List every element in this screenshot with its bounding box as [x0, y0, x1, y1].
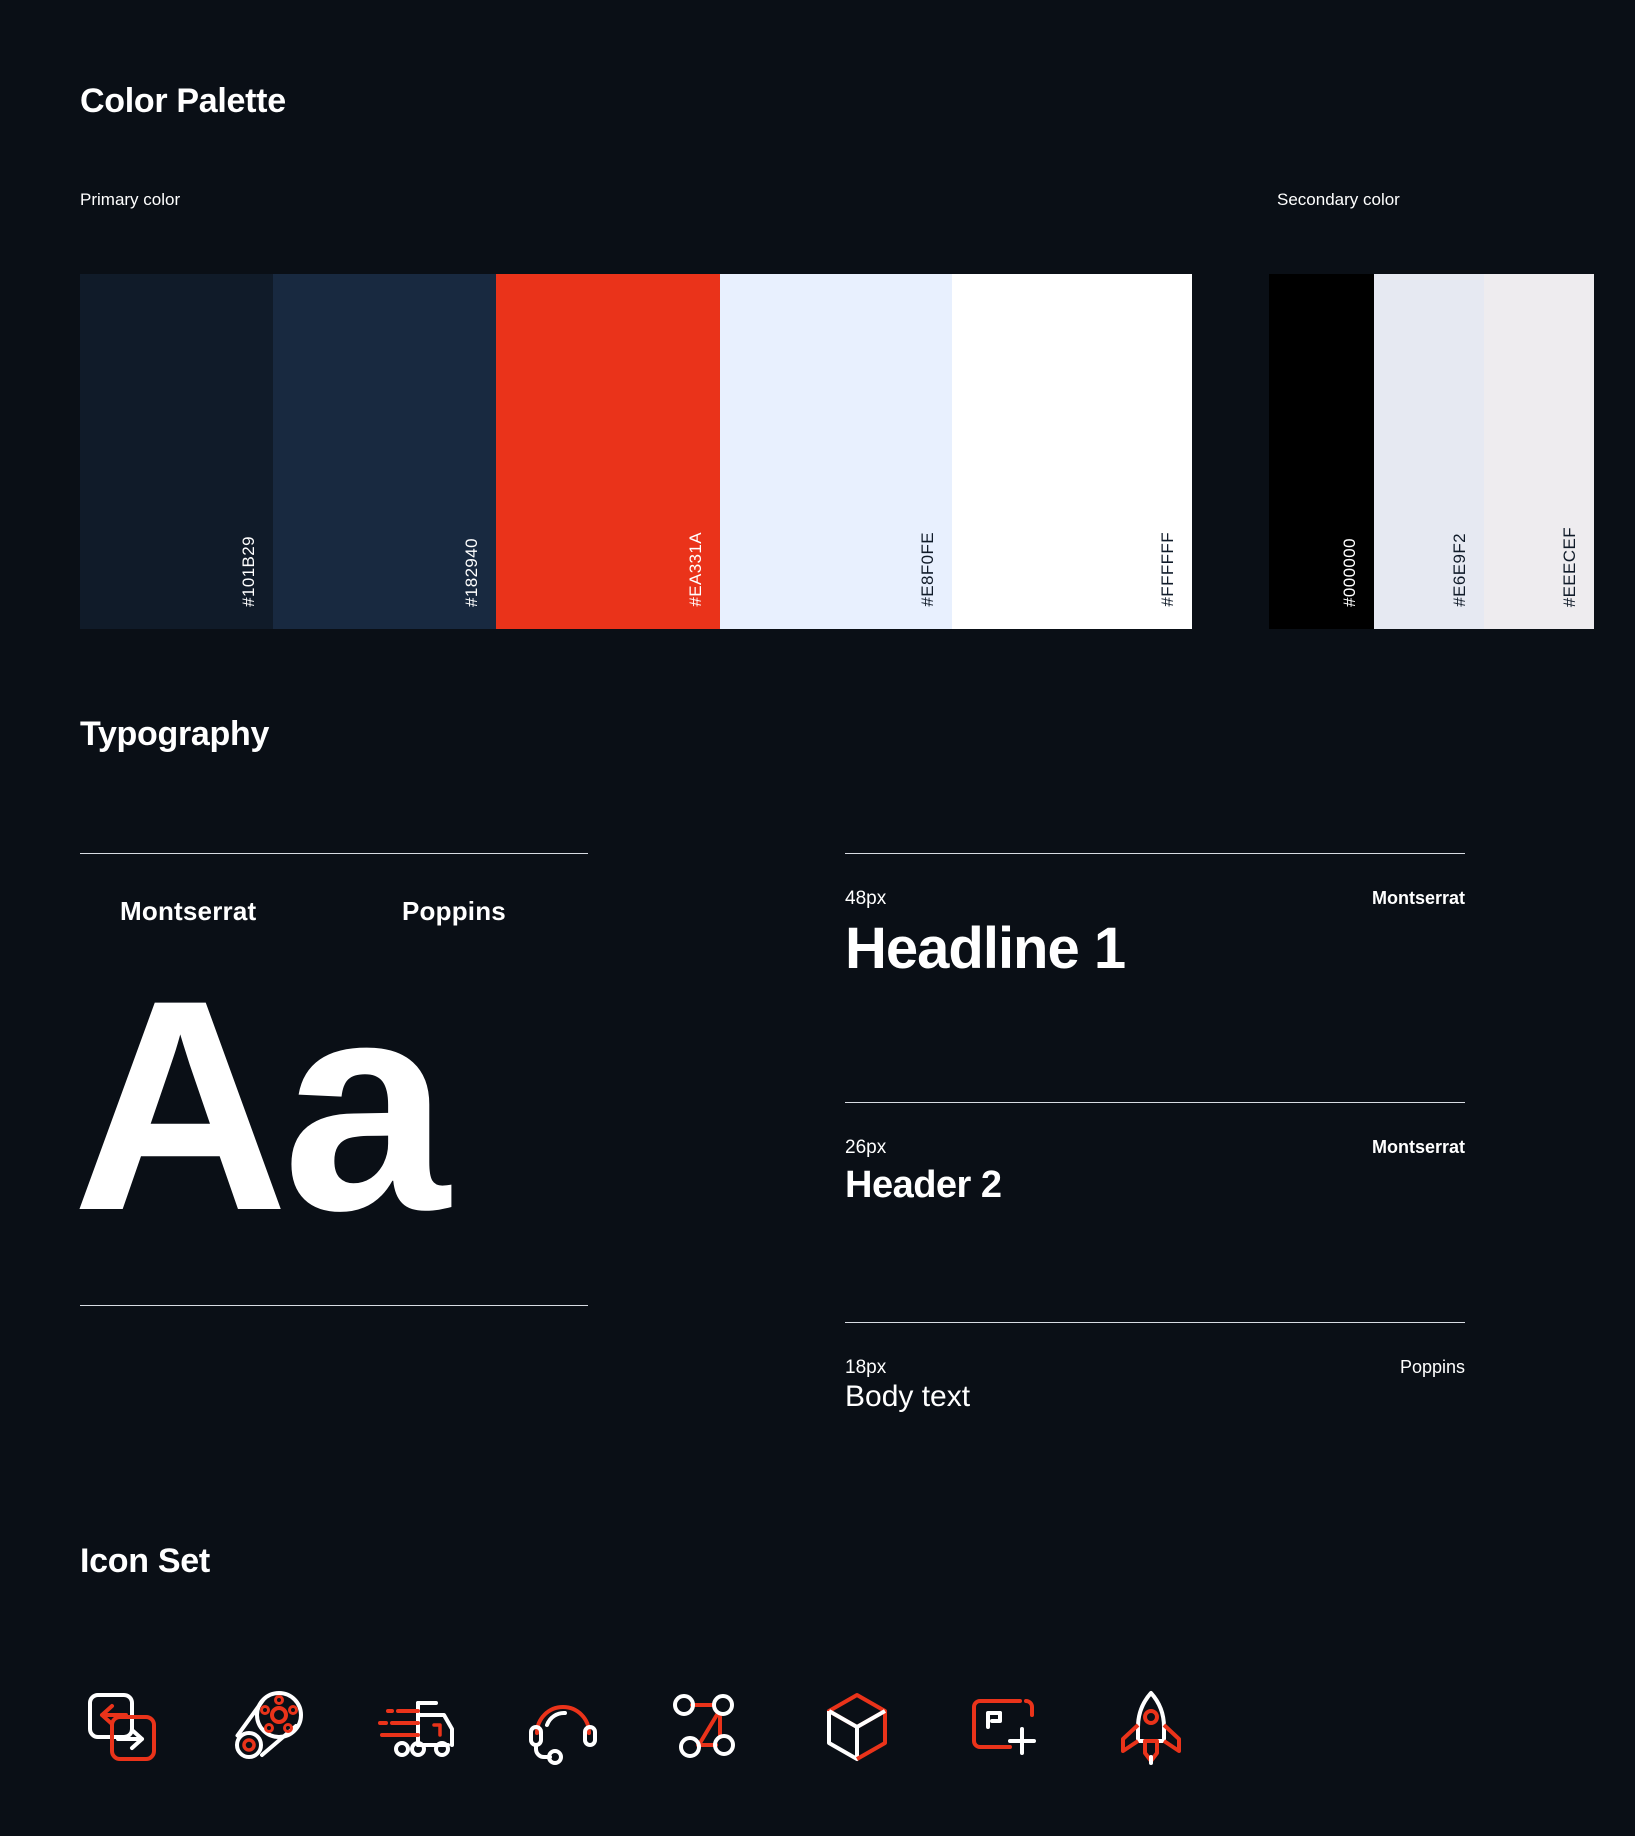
color-swatch[interactable]: #E6E9F2	[1374, 274, 1484, 629]
belt-pulley-icon[interactable]	[227, 1685, 311, 1769]
type-sample-text: Header 2	[845, 1164, 1002, 1206]
type-face-label: Montserrat	[1371, 1137, 1465, 1157]
color-hex-label: #FFFFFF	[1158, 532, 1177, 607]
color-palette-heading: Color Palette	[80, 82, 286, 120]
type-row-divider	[845, 853, 1465, 854]
type-face-label: Montserrat	[1371, 888, 1465, 908]
delivery-truck-icon[interactable]	[374, 1685, 458, 1769]
font-name-secondary: Poppins	[402, 896, 506, 926]
color-swatch[interactable]: #FFFFFF	[952, 274, 1192, 629]
type-size-label: 48px	[845, 888, 887, 909]
icon-set-row	[80, 1685, 1181, 1795]
color-hex-label: #101B29	[239, 536, 258, 607]
type-face-label: Poppins	[1399, 1357, 1465, 1377]
icon-set-heading: Icon Set	[80, 1542, 210, 1580]
style-guide-page: Color Palette Primary color Secondary co…	[0, 0, 1635, 1836]
color-swatch[interactable]: #000000	[1269, 274, 1374, 629]
add-frame-icon[interactable]	[962, 1685, 1046, 1769]
color-hex-label: #000000	[1340, 538, 1359, 607]
typography-divider-top	[80, 853, 588, 854]
type-row-divider	[845, 1322, 1465, 1323]
color-hex-label: #E8F0FE	[918, 532, 937, 607]
exchange-arrows-icon[interactable]	[80, 1685, 164, 1769]
typography-divider-bottom	[80, 1305, 588, 1306]
aa-type-specimen: Aa	[72, 937, 450, 1273]
color-swatch[interactable]: #EEECEF	[1484, 274, 1594, 629]
color-swatch[interactable]: #E8F0FE	[720, 274, 952, 629]
secondary-color-label: Secondary color	[1277, 190, 1400, 209]
type-row-divider	[845, 1102, 1465, 1103]
secondary-swatch-row: #000000 #E6E9F2 #EEECEF	[1269, 274, 1594, 629]
color-swatch[interactable]: #182940	[273, 274, 496, 629]
network-nodes-icon[interactable]	[668, 1685, 752, 1769]
font-name-primary: Montserrat	[120, 896, 257, 926]
primary-swatch-row: #101B29 #182940 #EA331A #E8F0FE #FFFFFF	[80, 274, 1192, 629]
typography-heading: Typography	[80, 715, 270, 753]
type-sample-text: Body text	[845, 1380, 971, 1413]
primary-color-label: Primary color	[80, 190, 181, 209]
color-hex-label: #E6E9F2	[1450, 533, 1469, 607]
rocket-launch-icon[interactable]	[1109, 1685, 1193, 1769]
color-hex-label: #EEECEF	[1560, 526, 1579, 607]
color-swatch[interactable]: #EA331A	[496, 274, 720, 629]
headset-support-icon[interactable]	[521, 1685, 605, 1769]
color-hex-label: #182940	[462, 538, 481, 607]
type-size-label: 26px	[845, 1137, 887, 1158]
color-swatch[interactable]: #101B29	[80, 274, 273, 629]
3d-cube-icon[interactable]	[815, 1685, 899, 1769]
type-size-label: 18px	[845, 1357, 887, 1378]
color-hex-label: #EA331A	[686, 532, 705, 607]
type-sample-text: Headline 1	[845, 916, 1126, 981]
